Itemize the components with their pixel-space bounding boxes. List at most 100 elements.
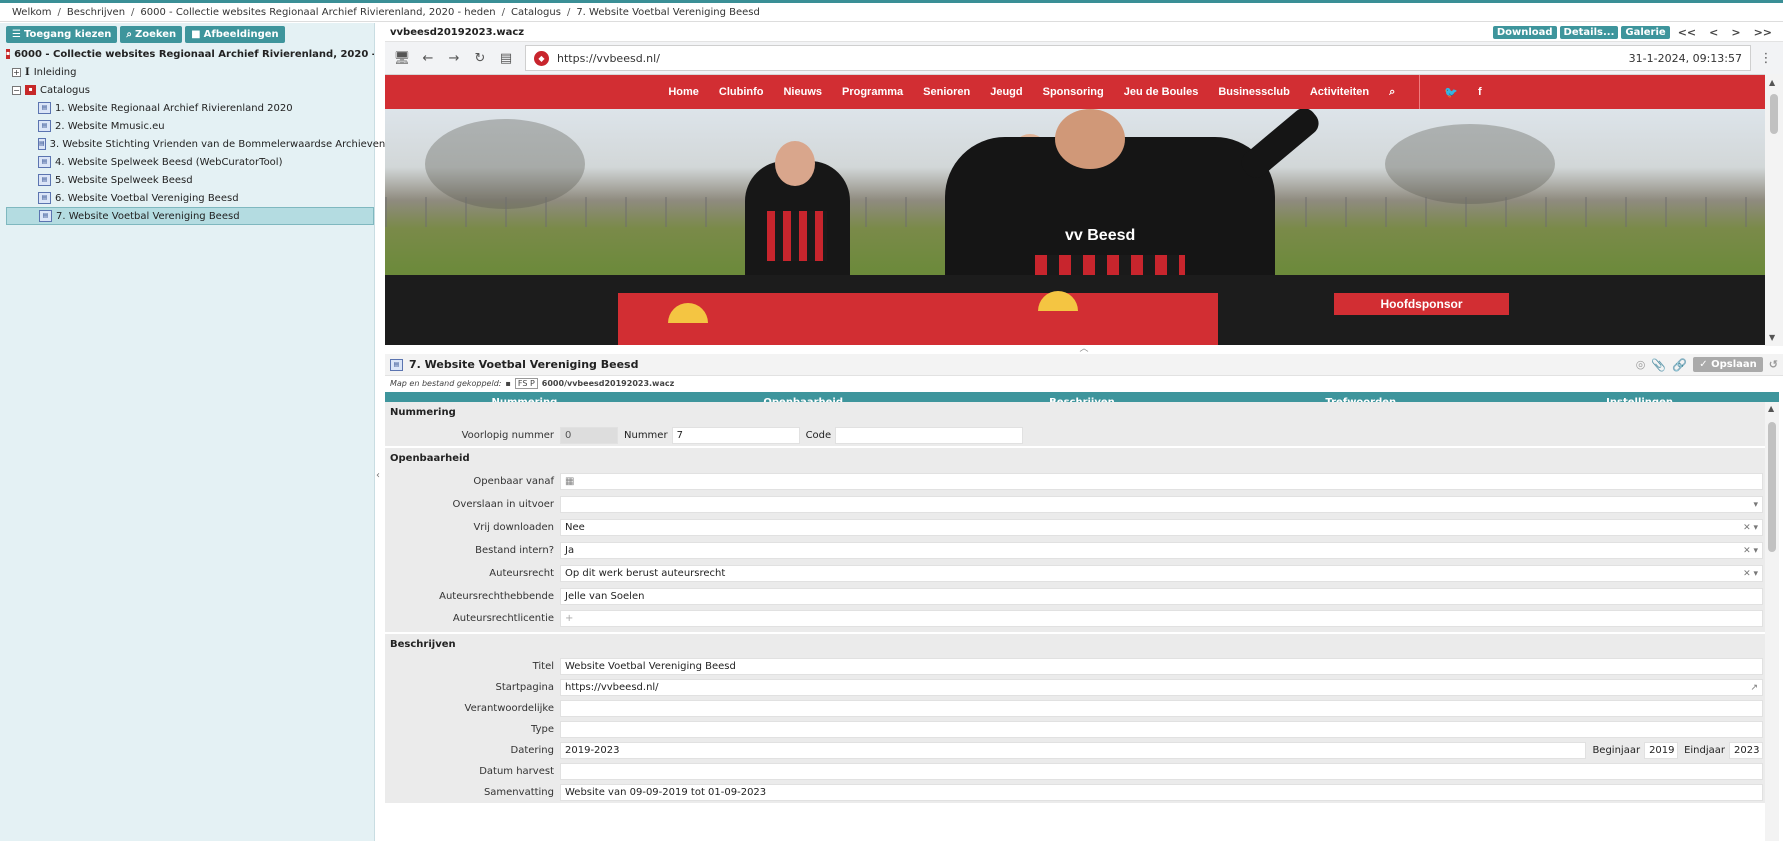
previous-page-button[interactable]: < [1704, 26, 1723, 39]
site-favicon-icon: ◆ [534, 50, 549, 66]
breadcrumb-welkom[interactable]: Welkom [12, 7, 52, 18]
split-handle-icon[interactable]: ︿ [385, 345, 1783, 354]
scroll-down-icon[interactable]: ▼ [1769, 333, 1775, 342]
openbaar-vanaf-field[interactable]: ▦ [560, 473, 1763, 490]
form-row: Type [385, 719, 1765, 740]
breadcrumb-collection[interactable]: 6000 - Collectie websites Regionaal Arch… [140, 7, 495, 18]
website-document-icon: ▤ [38, 156, 51, 168]
scroll-thumb[interactable] [1770, 94, 1778, 134]
linked-file-path[interactable]: 6000/vvbeesd20192023.wacz [542, 379, 674, 388]
tree-item[interactable]: ▤ 2. Website Mmusic.eu [6, 117, 374, 135]
site-scrollbar[interactable]: ▲ ▼ [1765, 74, 1783, 346]
scroll-up-icon[interactable]: ▲ [1769, 78, 1775, 87]
settings-circle-icon[interactable]: ◎ [1636, 358, 1646, 371]
site-menu-programma[interactable]: Programma [842, 86, 903, 98]
expand-icon[interactable]: + [12, 67, 21, 77]
site-menu-businessclub[interactable]: Businessclub [1218, 86, 1290, 98]
clear-chevron-icon[interactable]: ✕ ▾ [1743, 569, 1758, 579]
tree-item-selected[interactable]: ▤ 7. Website Voetbal Vereniging Beesd [6, 207, 374, 225]
site-menu-jeugd[interactable]: Jeugd [990, 86, 1022, 98]
calendar-icon[interactable]: ▦ [565, 476, 574, 487]
toegang-kiezen-button[interactable]: ☰ Toegang kiezen [6, 26, 118, 43]
galerie-button[interactable]: Galerie [1621, 25, 1670, 39]
viewer-header: vvbeesd20192023.wacz Download Details...… [385, 23, 1783, 42]
forward-arrow-icon[interactable]: → [443, 47, 465, 69]
details-button[interactable]: Details... [1559, 25, 1619, 39]
tree-item[interactable]: ▤ 4. Website Spelweek Beesd (WebCuratorTo… [6, 153, 374, 171]
form-scrollbar[interactable]: ▲ [1765, 402, 1779, 841]
section-heading: Nummering [390, 407, 456, 418]
datering-field[interactable]: 2019-2023 [560, 742, 1587, 759]
background-tree [1385, 124, 1555, 204]
last-page-button[interactable]: >> [1749, 26, 1777, 39]
save-button[interactable]: ✓ Opslaan [1693, 357, 1763, 372]
tree-root[interactable]: ▪ 6000 - Collectie websites Regionaal Ar… [6, 45, 374, 63]
site-menu-senioren[interactable]: Senioren [923, 86, 970, 98]
afbeeldingen-button[interactable]: ■ Afbeeldingen [185, 26, 285, 43]
vrij-downloaden-select[interactable]: Nee ✕ ▾ [560, 519, 1763, 536]
tree-item[interactable]: ▤ 3. Website Stichting Vrienden van de Bo… [6, 135, 385, 153]
auteursrechthebbende-field[interactable]: Jelle van Soelen [560, 588, 1763, 605]
form-row: Datum harvest [385, 761, 1765, 782]
tree-node-inleiding[interactable]: + I Inleiding [6, 63, 374, 81]
breadcrumb-catalogus[interactable]: Catalogus [511, 7, 561, 18]
tree-item[interactable]: ▤ 6. Website Voetbal Vereniging Beesd [6, 189, 374, 207]
auteursrechtlicentie-field[interactable]: + [560, 610, 1763, 627]
beginjaar-field[interactable]: 2019 [1644, 742, 1679, 759]
first-page-button[interactable]: << [1673, 26, 1701, 39]
auteursrecht-select[interactable]: Op dit werk berust auteursrecht ✕ ▾ [560, 565, 1763, 582]
code-label: Code [805, 429, 832, 441]
bestand-intern-select[interactable]: Ja ✕ ▾ [560, 542, 1763, 559]
tree-item[interactable]: ▤ 5. Website Spelweek Beesd [6, 171, 374, 189]
next-page-button[interactable]: > [1726, 26, 1745, 39]
nummer-field[interactable]: 7 [671, 426, 800, 444]
link-icon[interactable]: 🔗 [1672, 358, 1687, 372]
site-menu-activiteiten[interactable]: Activiteiten [1310, 86, 1369, 98]
collapse-panel-icon[interactable]: ‹ [376, 470, 380, 481]
samenvatting-label: Samenvatting [483, 787, 554, 798]
zoeken-button[interactable]: ⌕ Zoeken [120, 26, 183, 43]
form-row: Datering 2019-2023 Beginjaar 2019 Eindja… [385, 740, 1765, 761]
site-menu-home[interactable]: Home [668, 86, 699, 98]
site-menu-jeu-de-boules[interactable]: Jeu de Boules [1124, 86, 1199, 98]
collapse-icon[interactable]: − [12, 85, 21, 95]
desktop-icon[interactable]: 🖥 [391, 47, 413, 69]
page-list-icon[interactable]: ▤ [495, 47, 517, 69]
main-panel: vvbeesd20192023.wacz Download Details...… [385, 23, 1783, 841]
code-field[interactable] [835, 426, 1024, 444]
facebook-icon[interactable]: f [1478, 86, 1482, 98]
site-menu-nieuws[interactable]: Nieuws [783, 86, 822, 98]
overslaan-select[interactable]: ▾ [560, 496, 1763, 513]
startpagina-field[interactable]: https://vvbeesd.nl/↗ [560, 679, 1763, 696]
reload-icon[interactable]: ↻ [469, 47, 491, 69]
breadcrumb-beschrijven[interactable]: Beschrijven [67, 7, 125, 18]
type-field[interactable] [560, 721, 1763, 738]
verantwoordelijke-field[interactable] [560, 700, 1763, 717]
scroll-thumb[interactable] [1768, 422, 1776, 552]
titel-field[interactable]: Website Voetbal Vereniging Beesd [560, 658, 1763, 675]
twitter-icon[interactable]: 🐦 [1444, 86, 1458, 99]
chevron-down-icon[interactable]: ▾ [1753, 500, 1758, 510]
record-header: ▤ 7. Website Voetbal Vereniging Beesd ◎ … [385, 354, 1783, 376]
clear-chevron-icon[interactable]: ✕ ▾ [1743, 523, 1758, 533]
undo-icon[interactable]: ↺ [1769, 358, 1778, 371]
datum-harvest-field[interactable] [560, 763, 1763, 780]
scroll-up-icon[interactable]: ▲ [1768, 404, 1774, 413]
download-button[interactable]: Download [1492, 25, 1557, 39]
samenvatting-field[interactable]: Website van 09-09-2019 tot 01-09-2023 [560, 784, 1763, 801]
attach-icon[interactable]: 📎 [1651, 358, 1666, 372]
more-options-icon[interactable]: ⋮ [1755, 47, 1777, 69]
clear-chevron-icon[interactable]: ✕ ▾ [1743, 546, 1758, 556]
site-menu-sponsoring[interactable]: Sponsoring [1043, 86, 1104, 98]
back-arrow-icon[interactable]: ← [417, 47, 439, 69]
add-icon[interactable]: + [565, 613, 573, 624]
auteursrechthebbende-label: Auteursrechthebbende [439, 591, 554, 602]
tree-node-catalogus[interactable]: − ▪ Catalogus [6, 81, 374, 99]
site-menu-clubinfo[interactable]: Clubinfo [719, 86, 764, 98]
eindjaar-field[interactable]: 2023 [1729, 742, 1763, 759]
form-row: Bestand intern? Ja ✕ ▾ [385, 539, 1765, 562]
external-link-icon[interactable]: ↗ [1750, 683, 1758, 693]
site-search-icon[interactable]: ⌕ [1389, 86, 1395, 99]
tree-item[interactable]: ▤ 1. Website Regionaal Archief Rivierenla… [6, 99, 374, 117]
url-bar[interactable]: ◆ https://vvbeesd.nl/ 31-1-2024, 09:13:5… [525, 45, 1751, 71]
